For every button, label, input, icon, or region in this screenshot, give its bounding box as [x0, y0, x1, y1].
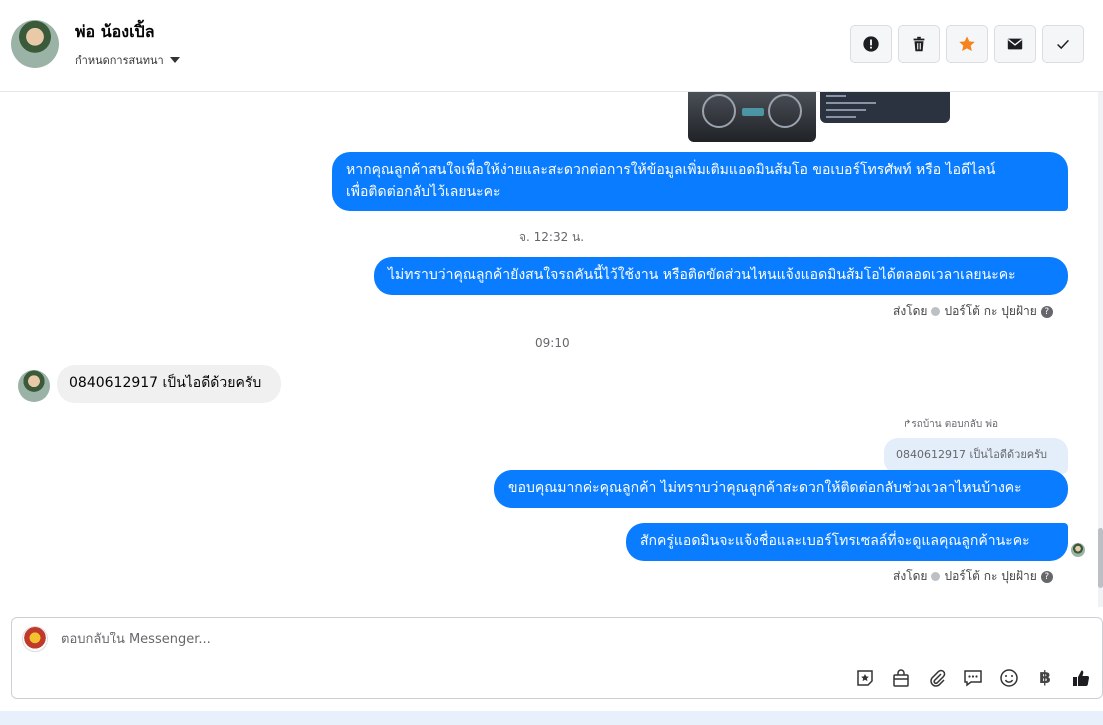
- sender-name[interactable]: ปอร์โต้ กะ ปุยฝ้าย: [944, 567, 1036, 586]
- conversation-header: พ่อ น้องเปิ้ล กำหนดการสนทนา: [0, 0, 1103, 92]
- check-icon: [1057, 39, 1069, 50]
- sent-by-prefix: ส่งโดย: [893, 304, 928, 318]
- timestamp: จ. 12:32 น.: [519, 230, 585, 244]
- help-icon[interactable]: ?: [1040, 570, 1053, 583]
- attach-button[interactable]: [925, 666, 949, 690]
- message-text: ขอบคุณมากค่ะคุณลูกค้า ไม่ทราบว่าคุณลูกค้…: [508, 480, 1022, 496]
- sent-by-label: ส่งโดย ปอร์โต้ กะ ปุยฝ้าย ?: [893, 302, 1053, 321]
- like-button[interactable]: [1069, 666, 1093, 690]
- verified-icon: [931, 307, 941, 316]
- mark-unread-button[interactable]: [994, 25, 1036, 63]
- thread-scrollbar-thumb[interactable]: [1098, 528, 1103, 588]
- page-avatar[interactable]: [22, 626, 48, 652]
- baht-icon: ฿: [1039, 668, 1051, 688]
- sent-by-prefix: ส่งโดย: [893, 569, 928, 583]
- outgoing-message[interactable]: หากคุณลูกค้าสนใจเพื่อให้ง่ายและสะดวกต่อก…: [332, 152, 1068, 211]
- contact-avatar-small[interactable]: [18, 370, 50, 402]
- message-text: ไม่ทราบว่าคุณลูกค้ายังสนใจรถคันนี้ไว้ใช้…: [388, 267, 1016, 283]
- reply-input[interactable]: [61, 632, 961, 647]
- sticker-button[interactable]: [853, 666, 877, 690]
- star-icon: [959, 36, 975, 52]
- star-button[interactable]: [946, 25, 988, 63]
- delete-button[interactable]: [898, 25, 940, 63]
- contact-name[interactable]: พ่อ น้องเปิ้ล: [75, 20, 155, 45]
- timestamp: 09:10: [535, 336, 570, 350]
- reply-context-label: ↱รถบ้าน ตอบกลับ พ่อ: [903, 419, 998, 430]
- bottom-strip: [0, 711, 1103, 725]
- message-text: สักครู่แอดมินจะแจ้งชื่อและเบอร์โทรเซลล์ท…: [640, 533, 1030, 549]
- sent-by-label: ส่งโดย ปอร์โต้ กะ ปุยฝ้าย ?: [893, 567, 1053, 586]
- envelope-icon: [1007, 38, 1023, 50]
- bag-icon: [893, 669, 909, 687]
- assign-conversation-label: กำหนดการสนทนา: [75, 54, 164, 67]
- help-icon[interactable]: ?: [1040, 305, 1053, 318]
- thumbs-up-icon: [1073, 670, 1090, 686]
- car-dashboard-image[interactable]: [688, 92, 816, 142]
- mark-spam-button[interactable]: [850, 25, 892, 63]
- reply-composer: ฿: [11, 617, 1103, 699]
- incoming-message[interactable]: 0840612917 เป็นไอดีด้วยครับ: [57, 365, 281, 403]
- shop-button[interactable]: [889, 666, 913, 690]
- outgoing-message[interactable]: สักครู่แอดมินจะแจ้งชื่อและเบอร์โทรเซลล์ท…: [626, 523, 1068, 561]
- contact-avatar[interactable]: [11, 20, 59, 68]
- quoted-message[interactable]: 0840612917 เป็นไอดีด้วยครับ: [884, 438, 1068, 474]
- saved-replies-button[interactable]: [961, 666, 985, 690]
- alert-icon: [863, 36, 879, 52]
- message-text-line: หากคุณลูกค้าสนใจเพื่อให้ง่ายและสะดวกต่อก…: [346, 162, 996, 178]
- caret-down-icon: [169, 57, 180, 63]
- message-text: 0840612917 เป็นไอดีด้วยครับ: [69, 375, 262, 391]
- emoji-button[interactable]: [997, 666, 1021, 690]
- mark-done-button[interactable]: [1042, 25, 1084, 63]
- car-spec-image[interactable]: [820, 92, 950, 123]
- assign-conversation-dropdown[interactable]: กำหนดการสนทนา: [75, 51, 180, 69]
- payment-button[interactable]: ฿: [1033, 666, 1057, 690]
- chat-bubble-icon: [964, 670, 982, 687]
- message-text-line: เพื่อติดต่อกลับไว้เลยนะคะ: [346, 184, 501, 200]
- trash-icon: [913, 36, 925, 52]
- paperclip-icon: [930, 669, 946, 687]
- outgoing-message[interactable]: ขอบคุณมากค่ะคุณลูกค้า ไม่ทราบว่าคุณลูกค้…: [494, 470, 1068, 508]
- outgoing-message[interactable]: ไม่ทราบว่าคุณลูกค้ายังสนใจรถคันนี้ไว้ใช้…: [374, 257, 1068, 295]
- verified-icon: [931, 572, 941, 581]
- seen-avatar-icon: [1071, 543, 1085, 557]
- sticker-star-icon: [857, 670, 873, 686]
- smiley-icon: [1000, 669, 1018, 687]
- sender-name[interactable]: ปอร์โต้ กะ ปุยฝ้าย: [944, 302, 1036, 321]
